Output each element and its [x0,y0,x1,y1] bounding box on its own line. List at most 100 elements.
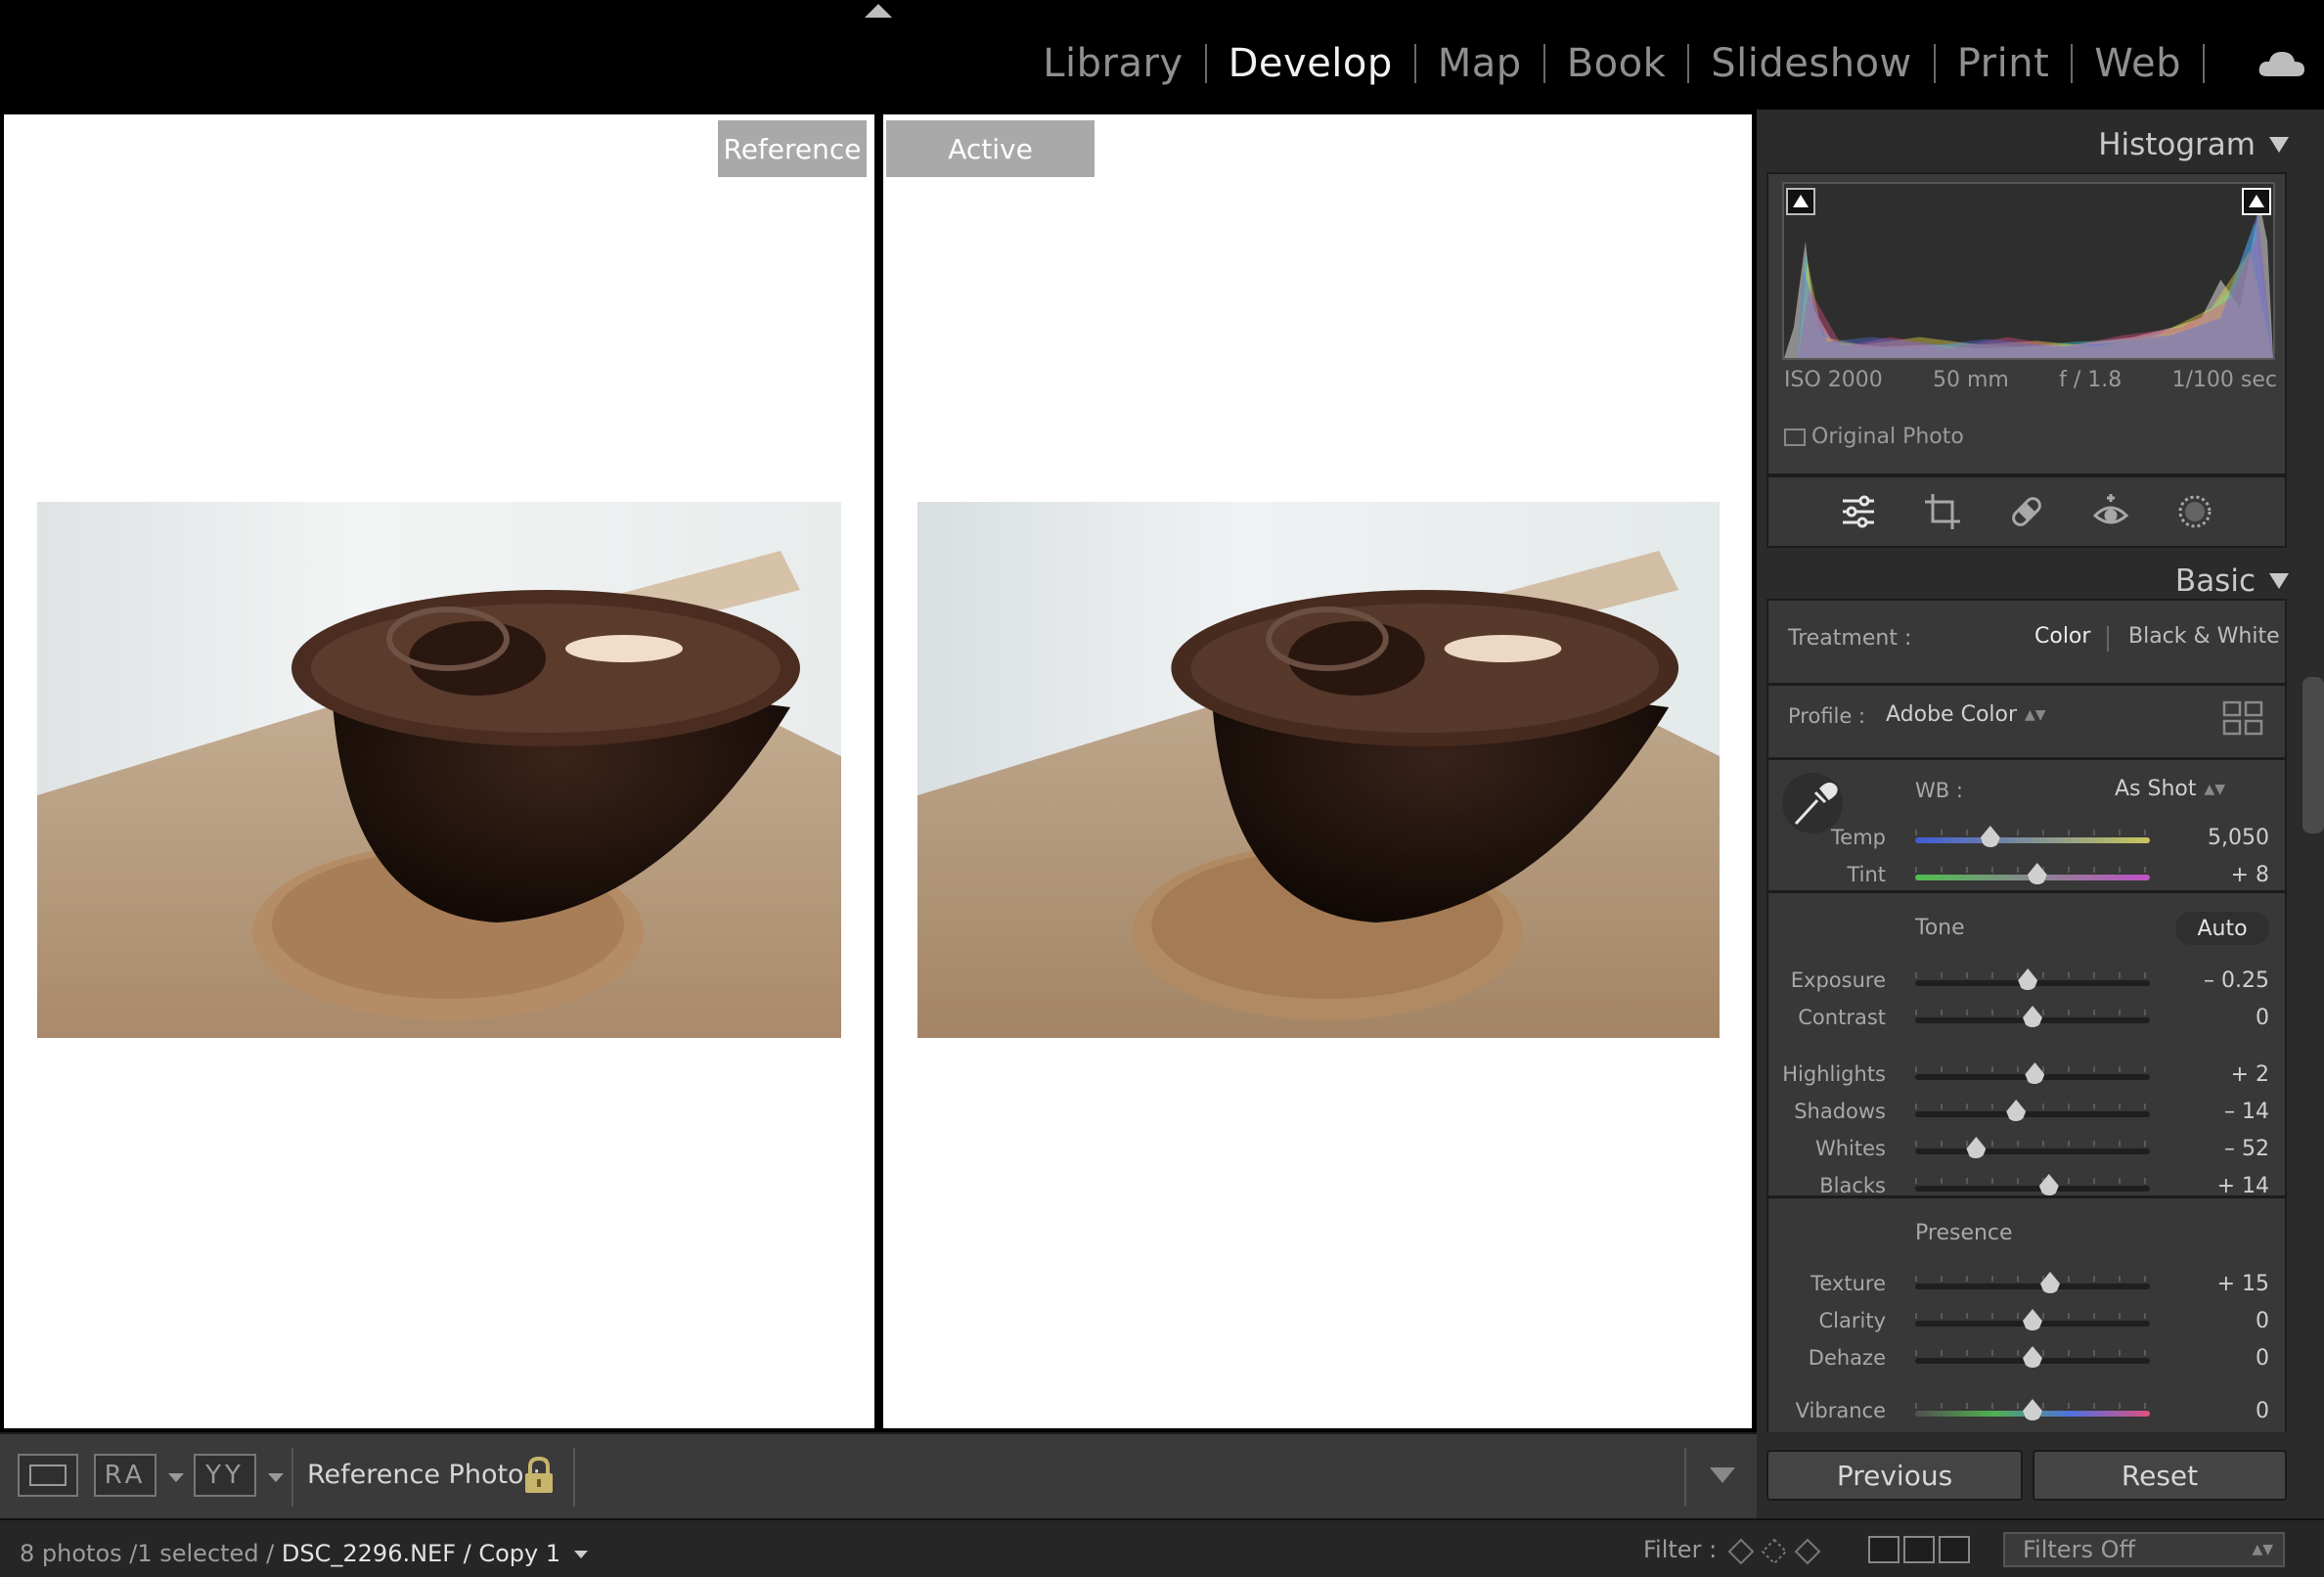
toolbar-divider [1684,1448,1686,1507]
temp-value[interactable]: 5,050 [2208,826,2269,850]
whites-value[interactable]: – 52 [2224,1137,2269,1161]
slider-row-exposure: Exposure – 0.25 [1768,965,2285,998]
panel-scrollbar[interactable] [2302,677,2324,834]
healing-bandage-icon[interactable] [2005,490,2048,533]
basic-header[interactable]: Basic [2175,563,2289,599]
module-web[interactable]: Web [2094,41,2181,86]
module-divider [1413,44,1416,83]
active-pane[interactable]: Active [883,114,1752,1428]
collapse-triangle-icon[interactable] [2269,137,2289,153]
cloud-sync-icon[interactable] [2257,49,2306,78]
file-menu-arrow-icon[interactable] [573,1551,588,1558]
original-photo-checkbox[interactable] [1784,428,1806,446]
filter-label: Filter : [1643,1536,1718,1563]
wb-select[interactable]: As Shot ▲▼ [2115,777,2225,801]
texture-value[interactable]: + 15 [2217,1272,2269,1296]
profile-select[interactable]: Adobe Color ▲▼ [1886,702,2046,727]
slider-ticks [1915,1104,2150,1109]
shadow-clipping-indicator[interactable] [1786,188,1815,215]
module-library[interactable]: Library [1043,41,1183,86]
treatment-bw-option[interactable]: Black & White [2128,624,2280,649]
reference-pane[interactable]: Reference [4,114,874,1428]
slider-row-clarity: Clarity 0 [1768,1305,2285,1338]
contrast-value[interactable]: 0 [2256,1006,2269,1030]
photo-count-info: 8 photos /1 selected / DSC_2296.NEF / Co… [20,1540,588,1567]
crop-icon[interactable] [1921,490,1964,533]
treatment-color-option[interactable]: Color [2034,624,2090,649]
flag-filter-reject-icon[interactable] [1794,1538,1821,1565]
treatment-label: Treatment : [1788,626,1912,651]
filmstrip-view-icon-3[interactable] [1939,1536,1970,1563]
section-divider [1768,1195,2285,1198]
slider-ticks [1915,1178,2150,1184]
dehaze-slider[interactable] [1915,1350,2150,1364]
aperture-value: f / 1.8 [2059,368,2123,392]
exposure-slider[interactable] [1915,972,2150,986]
flag-filter-pick-icon[interactable] [1727,1538,1755,1565]
filmstrip-view-icon-2[interactable] [1903,1536,1935,1563]
active-photo[interactable] [917,502,1720,1038]
module-print[interactable]: Print [1957,41,2050,86]
profile-browser-grid-icon[interactable] [2222,700,2263,736]
filters-select[interactable]: Filters Off ▲▼ [2003,1532,2285,1567]
shadows-value[interactable]: – 14 [2224,1100,2269,1124]
histogram-header[interactable]: Histogram [2098,127,2289,162]
masking-icon[interactable] [2173,490,2216,533]
dropdown-arrow-icon[interactable] [168,1473,184,1482]
exposure-value[interactable]: – 0.25 [2204,969,2269,993]
slider-ticks [1915,1141,2150,1147]
flag-filter-unflagged-icon[interactable] [1761,1538,1788,1565]
module-book[interactable]: Book [1567,41,1667,86]
vibrance-slider[interactable] [1915,1403,2150,1417]
highlights-value[interactable]: + 2 [2231,1062,2269,1087]
edit-sliders-icon[interactable] [1837,490,1880,533]
toolbar-divider [291,1448,293,1507]
shadows-slider[interactable] [1915,1104,2150,1117]
treatment-divider [2107,626,2109,652]
loupe-view-button[interactable] [18,1454,78,1497]
dropdown-arrow-icon[interactable] [268,1473,284,1482]
toolbar-options-triangle-icon[interactable] [1710,1467,1735,1483]
red-eye-icon[interactable] [2089,490,2132,533]
previous-button[interactable]: Previous [1766,1450,2023,1501]
filmstrip-view-icon-1[interactable] [1868,1536,1899,1563]
collapse-triangle-icon[interactable] [2269,573,2289,589]
current-file-name[interactable]: DSC_2296.NEF / Copy 1 [282,1540,560,1567]
highlights-slider[interactable] [1915,1066,2150,1080]
vibrance-value[interactable]: 0 [2256,1399,2269,1423]
reset-button[interactable]: Reset [2033,1450,2287,1501]
clarity-slider[interactable] [1915,1313,2150,1327]
dehaze-value[interactable]: 0 [2256,1346,2269,1371]
module-map[interactable]: Map [1438,41,1522,86]
histogram-graph[interactable] [1782,182,2275,360]
module-slideshow[interactable]: Slideshow [1711,41,1912,86]
blacks-label: Blacks [1819,1174,1886,1197]
slider-row-highlights: Highlights + 2 [1768,1059,2285,1092]
original-photo-toggle[interactable]: Original Photo [1784,425,1964,449]
module-divider [1542,44,1545,83]
module-develop[interactable]: Develop [1229,41,1393,86]
highlight-clipping-indicator[interactable] [2242,188,2271,215]
blacks-slider[interactable] [1915,1178,2150,1192]
tint-value[interactable]: + 8 [2231,863,2269,887]
slider-row-texture: Texture + 15 [1768,1268,2285,1301]
reference-view-button[interactable]: RA [94,1454,156,1497]
lock-icon[interactable] [522,1456,556,1495]
updown-icon: ▲▼ [2204,782,2226,797]
texture-slider[interactable] [1915,1276,2150,1289]
clarity-value[interactable]: 0 [2256,1309,2269,1333]
profile-label: Profile : [1788,704,1866,728]
before-after-view-button[interactable]: YY [194,1454,256,1497]
reference-label: Reference [718,120,867,177]
collapse-top-panel-icon[interactable] [865,4,892,18]
reference-photo[interactable] [37,502,841,1038]
photo-count: 8 photos /1 selected / [20,1540,275,1567]
contrast-slider[interactable] [1915,1010,2150,1023]
module-divider [1204,44,1207,83]
temp-slider[interactable] [1915,830,2150,843]
treatment-row: Treatment : Color Black & White [1768,622,2285,661]
whites-slider[interactable] [1915,1141,2150,1154]
toolbar: RA YY Reference Photo : [0,1432,1757,1518]
auto-tone-button[interactable]: Auto [2175,912,2269,945]
tint-slider[interactable] [1915,867,2150,880]
